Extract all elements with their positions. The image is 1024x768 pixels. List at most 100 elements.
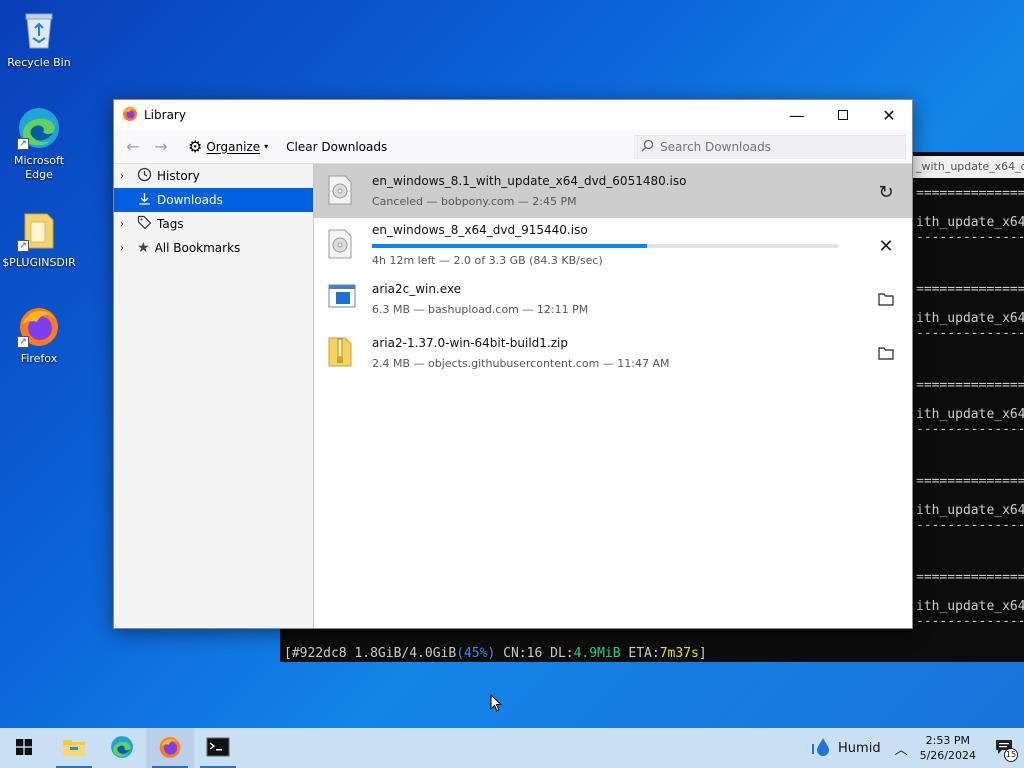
status-eta-label: ETA: [620, 646, 660, 661]
weather-label: Humid [838, 740, 881, 756]
terminal-line: ================ [916, 186, 1024, 201]
firefox-icon [122, 106, 138, 125]
terminal-line: ---------------- [916, 422, 1024, 437]
search-input[interactable] [660, 139, 890, 154]
terminal-line: ---------------- [916, 518, 1024, 533]
forward-button[interactable]: → [150, 136, 172, 158]
tag-icon [137, 215, 152, 233]
recycle-bin-icon [17, 8, 61, 52]
show-in-folder-button[interactable] [874, 342, 898, 366]
terminal-line: ith_update_x64_ [916, 215, 1024, 230]
windows-logo-icon [16, 738, 32, 758]
notifications-button[interactable]: 15 [984, 728, 1024, 768]
minimize-button[interactable]: — [774, 100, 820, 130]
toolbar: ← → ⚙ Organize ▾ Clear Downloads [114, 130, 912, 164]
start-button[interactable] [0, 728, 48, 768]
organize-label: Organize [206, 139, 261, 154]
download-status: 6.3 MB — bashupload.com — 12:11 PM [372, 303, 589, 316]
taskbar-firefox[interactable] [146, 728, 194, 768]
organize-button[interactable]: ⚙ Organize ▾ [188, 137, 268, 156]
download-filename: en_windows_8.1_with_update_x64_dvd_60514… [372, 174, 687, 188]
window-title: Library [144, 108, 186, 122]
terminal-line: ---------------- [916, 326, 1024, 341]
clock-icon [137, 167, 152, 185]
sidebar-item-all-bookmarks[interactable]: › ★ All Bookmarks [114, 236, 313, 260]
clock[interactable]: 2:53 PM 5/26/2024 [920, 733, 976, 763]
system-tray: Humid ︿ 2:53 PM 5/26/2024 15 [810, 728, 1024, 768]
mouse-cursor-icon [490, 693, 503, 712]
terminal-line: ================ [916, 570, 1024, 585]
taskbar-terminal[interactable] [194, 728, 242, 768]
show-in-folder-button[interactable] [874, 288, 898, 312]
desktop-icon-firefox[interactable]: ↗ Firefox [0, 304, 78, 366]
status-eta: 7m37s [659, 646, 699, 661]
chevron-right-icon[interactable]: › [120, 219, 132, 230]
download-status: 4h 12m left — 2.0 of 3.3 GB (84.3 KB/sec… [372, 254, 603, 267]
download-filename: en_windows_8_x64_dvd_915440.iso [372, 223, 588, 237]
terminal-title[interactable]: _with_update_x64_d [912, 156, 1024, 178]
taskbar: Humid ︿ 2:53 PM 5/26/2024 15 [0, 728, 1024, 768]
file-explorer-icon [62, 737, 86, 760]
firefox-icon: ↗ [17, 304, 61, 348]
desktop-icon-label: Microsoft Edge [13, 154, 65, 181]
sidebar-item-label: History [157, 169, 200, 183]
weather-widget[interactable]: Humid [810, 736, 881, 761]
notification-count-badge: 15 [1004, 748, 1018, 762]
download-item[interactable]: en_windows_8_x64_dvd_915440.iso 4h 12m l… [314, 218, 912, 272]
show-hidden-icons-button[interactable]: ︿ [895, 739, 908, 758]
folder-icon: ↗ [17, 208, 61, 252]
chevron-down-icon: ▾ [264, 142, 269, 151]
exe-file-icon [328, 283, 358, 315]
sidebar-item-history[interactable]: › History [114, 164, 313, 188]
back-button[interactable]: ← [122, 136, 144, 158]
terminal-line: ith_update_x64_ [916, 503, 1024, 518]
shortcut-arrow-icon: ↗ [17, 240, 29, 252]
disc-file-icon [328, 175, 358, 207]
download-item[interactable]: aria2-1.37.0-win-64bit-build1.zip 2.4 MB… [314, 326, 912, 380]
sidebar-item-label: Downloads [157, 193, 223, 207]
desktop-icon-edge[interactable]: ↗ Microsoft Edge [0, 106, 78, 182]
download-item[interactable]: en_windows_8.1_with_update_x64_dvd_60514… [314, 164, 912, 218]
library-window[interactable]: Library — ✕ ← → ⚙ Organize ▾ Clear Downl… [113, 99, 913, 629]
gear-icon: ⚙ [188, 137, 203, 156]
search-box[interactable] [634, 134, 906, 159]
arrow-left-icon: ← [126, 137, 140, 156]
minimize-icon: — [789, 105, 805, 125]
search-icon [641, 139, 654, 155]
close-button[interactable]: ✕ [866, 100, 912, 130]
close-icon: ✕ [882, 105, 896, 125]
download-filename: aria2c_win.exe [372, 282, 462, 296]
status-suffix: ] [698, 646, 707, 661]
download-filename: aria2-1.37.0-win-64bit-build1.zip [372, 336, 568, 350]
retry-icon: ↻ [878, 181, 894, 203]
taskbar-file-explorer[interactable] [50, 728, 98, 768]
download-status: 2.4 MB — objects.githubusercontent.com —… [372, 357, 670, 370]
maximize-button[interactable] [820, 100, 866, 130]
disc-file-icon [328, 229, 358, 261]
download-item[interactable]: aria2c_win.exe 6.3 MB — bashupload.com —… [314, 272, 912, 326]
status-prefix: [#922dc8 1.8GiB/4.0GiB [284, 646, 457, 661]
title-bar[interactable]: Library — ✕ [114, 100, 912, 130]
taskbar-edge[interactable] [98, 728, 146, 768]
sidebar-item-label: All Bookmarks [154, 241, 241, 255]
firefox-icon [158, 735, 182, 762]
cancel-button[interactable]: ✕ [874, 234, 898, 258]
sidebar-item-downloads[interactable]: Downloads [114, 188, 313, 212]
desktop-icon-recycle-bin[interactable]: Recycle Bin [0, 8, 78, 70]
desktop-icon-label: Recycle Bin [7, 56, 71, 69]
water-drop-icon [810, 736, 832, 761]
chevron-up-icon: ︿ [894, 742, 908, 758]
chevron-right-icon[interactable]: › [120, 171, 132, 182]
cancel-icon: ✕ [878, 235, 894, 257]
terminal-line: ================ [916, 378, 1024, 393]
retry-button[interactable]: ↻ [874, 180, 898, 204]
sidebar-item-tags[interactable]: › Tags [114, 212, 313, 236]
clear-downloads-button[interactable]: Clear Downloads [286, 140, 387, 154]
desktop-icon-pluginsdir[interactable]: ↗ $PLUGINSDIR [0, 208, 78, 270]
terminal-icon [206, 737, 230, 760]
aria2-status-line: [#922dc8 1.8GiB/4.0GiB(45%) CN:16 DL:4.9… [284, 646, 707, 661]
chevron-right-icon[interactable]: › [120, 243, 132, 254]
status-cn: CN:16 DL: [495, 646, 574, 661]
maximize-icon [838, 110, 848, 120]
download-progress-bar [372, 244, 838, 248]
